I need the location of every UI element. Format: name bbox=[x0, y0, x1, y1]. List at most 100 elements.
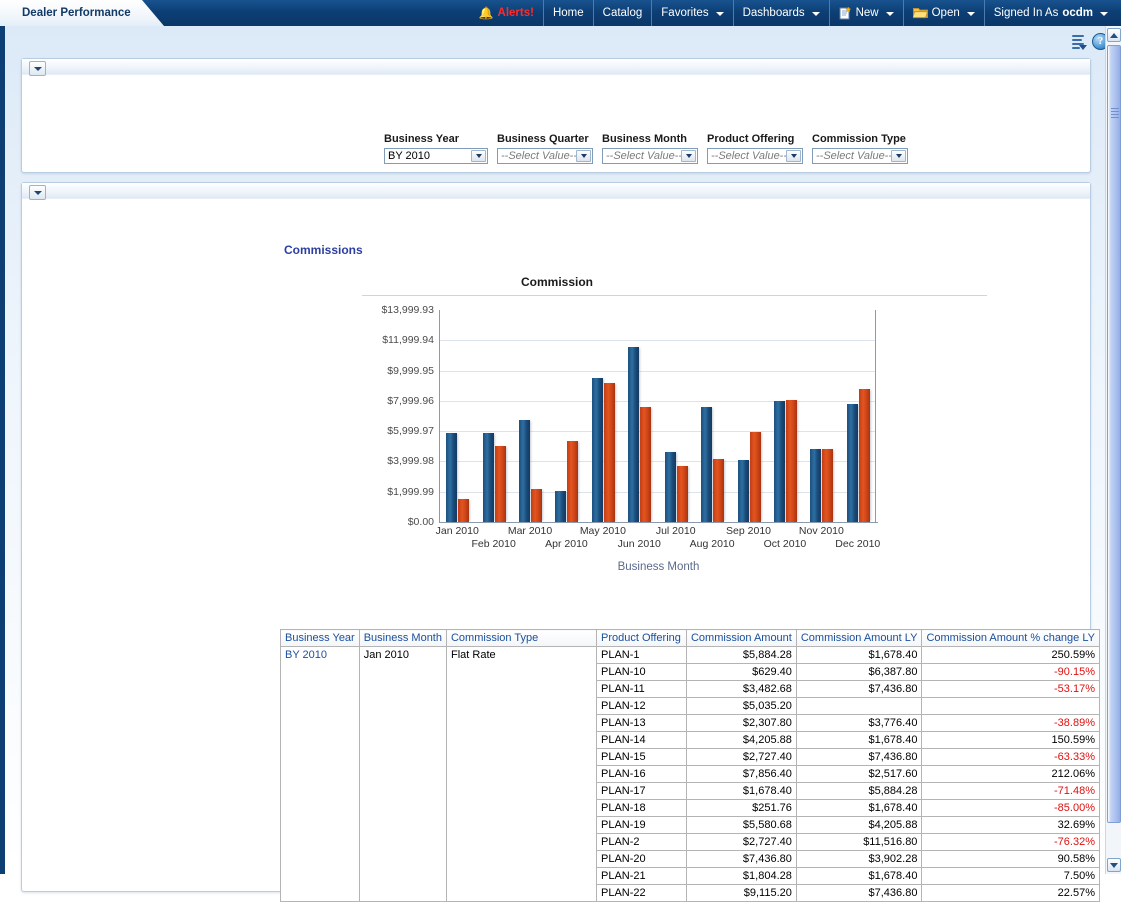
cell-product-offering: PLAN-12 bbox=[596, 698, 686, 715]
y-axis-tick-label: $13,999.93 bbox=[381, 304, 434, 316]
chart-bar[interactable] bbox=[531, 489, 542, 522]
chart-bar[interactable] bbox=[701, 407, 712, 522]
business-year-select[interactable]: BY 2010 bbox=[384, 148, 488, 164]
scroll-down-button[interactable] bbox=[1107, 858, 1121, 872]
chevron-down-icon[interactable] bbox=[576, 150, 591, 162]
product-offering-select[interactable]: --Select Value-- bbox=[707, 148, 803, 164]
chart-bar[interactable] bbox=[495, 446, 506, 522]
cell-commission-amount: $2,727.40 bbox=[686, 749, 796, 766]
bar-group bbox=[516, 310, 546, 522]
y-axis-tick-label: $1,999.99 bbox=[387, 486, 434, 498]
report-section: Commissions Commission $13,999.93$11,999… bbox=[21, 182, 1091, 892]
business-quarter-select[interactable]: --Select Value-- bbox=[497, 148, 593, 164]
cell-product-offering: PLAN-19 bbox=[596, 817, 686, 834]
cell-commission-pct-change: 90.58% bbox=[922, 851, 1100, 868]
cell-commission-amount: $2,307.80 bbox=[686, 715, 796, 732]
col-business-month[interactable]: Business Month bbox=[359, 630, 446, 647]
cell-commission-amount-ly: $1,678.40 bbox=[796, 647, 922, 664]
chart-bar[interactable] bbox=[458, 499, 469, 522]
cell-product-offering: PLAN-14 bbox=[596, 732, 686, 749]
x-axis-tick-label: Feb 2010 bbox=[464, 538, 524, 550]
chevron-down-icon[interactable] bbox=[786, 150, 801, 162]
chart-bar[interactable] bbox=[713, 459, 724, 522]
col-commission-amount[interactable]: Commission Amount bbox=[686, 630, 796, 647]
col-business-year[interactable]: Business Year bbox=[281, 630, 360, 647]
scroll-up-button[interactable] bbox=[1107, 28, 1121, 42]
cell-commission-pct-change: 32.69% bbox=[922, 817, 1100, 834]
cell-commission-amount-ly: $4,205.88 bbox=[796, 817, 922, 834]
chevron-down-icon[interactable] bbox=[471, 150, 486, 162]
chart-bar[interactable] bbox=[774, 401, 785, 522]
cell-product-offering: PLAN-2 bbox=[596, 834, 686, 851]
page-vertical-scrollbar[interactable] bbox=[1105, 26, 1121, 874]
nav-dashboards[interactable]: Dashboards bbox=[733, 0, 829, 26]
chart-bar[interactable] bbox=[738, 460, 749, 522]
prompt-collapse-toggle[interactable] bbox=[29, 61, 46, 76]
page-options-icon[interactable] bbox=[1069, 34, 1086, 49]
commission-type-select[interactable]: --Select Value-- bbox=[812, 148, 908, 164]
cell-product-offering: PLAN-13 bbox=[596, 715, 686, 732]
chart-bar[interactable] bbox=[604, 383, 615, 522]
chart-bar[interactable] bbox=[847, 404, 858, 522]
chevron-down-icon bbox=[812, 12, 820, 16]
nav-catalog[interactable]: Catalog bbox=[593, 0, 652, 26]
x-axis-tick-label: Apr 2010 bbox=[536, 538, 596, 550]
scroll-thumb[interactable] bbox=[1107, 45, 1121, 823]
cell-commission-amount: $5,884.28 bbox=[686, 647, 796, 664]
y-axis-tick-label: $9,999.95 bbox=[387, 365, 434, 377]
nav-home[interactable]: Home bbox=[543, 0, 593, 26]
col-product-offering[interactable]: Product Offering bbox=[596, 630, 686, 647]
nav-open[interactable]: Open bbox=[903, 0, 984, 26]
chart-bar[interactable] bbox=[810, 449, 821, 522]
cell-commission-pct-change: 7.50% bbox=[922, 868, 1100, 885]
chart-bar[interactable] bbox=[677, 466, 688, 522]
col-commission-type[interactable]: Commission Type bbox=[446, 630, 596, 647]
chart-bar[interactable] bbox=[446, 433, 457, 522]
cell-commission-pct-change: 250.59% bbox=[922, 647, 1100, 664]
nav-alerts[interactable]: 🔔 Alerts! bbox=[475, 0, 543, 26]
cell-commission-amount-ly: $3,776.40 bbox=[796, 715, 922, 732]
chart-bar[interactable] bbox=[750, 432, 761, 522]
chart-x-axis-line bbox=[439, 522, 878, 523]
chart-bar[interactable] bbox=[592, 378, 603, 522]
filter-label-business-quarter: Business Quarter bbox=[497, 133, 593, 145]
chart-bar[interactable] bbox=[555, 491, 566, 522]
nav-alerts-label: Alerts! bbox=[498, 7, 534, 19]
nav-signed-in-as[interactable]: Signed In As ocdm bbox=[984, 0, 1117, 26]
col-commission-pct-change[interactable]: Commission Amount % change LY bbox=[922, 630, 1100, 647]
nav-catalog-label: Catalog bbox=[603, 7, 643, 19]
chart-bar[interactable] bbox=[859, 389, 870, 522]
business-month-select[interactable]: --Select Value-- bbox=[602, 148, 698, 164]
chart-bar[interactable] bbox=[628, 347, 639, 522]
nav-favorites[interactable]: Favorites bbox=[651, 0, 732, 26]
signed-in-as-label: Signed In As bbox=[994, 7, 1059, 19]
x-axis-tick-label: May 2010 bbox=[573, 525, 633, 537]
x-axis-tick-label: Oct 2010 bbox=[755, 538, 815, 550]
cell-commission-amount-ly: $2,517.60 bbox=[796, 766, 922, 783]
chart-bar[interactable] bbox=[640, 407, 651, 522]
cell-product-offering: PLAN-15 bbox=[596, 749, 686, 766]
page-tab-dealer-performance[interactable]: Dealer Performance bbox=[0, 0, 169, 26]
chart-bar[interactable] bbox=[483, 433, 494, 522]
cell-commission-amount: $1,678.40 bbox=[686, 783, 796, 800]
commission-detail-table: Business Year Business Month Commission … bbox=[280, 629, 1100, 902]
bar-group bbox=[698, 310, 728, 522]
chart-bar[interactable] bbox=[665, 452, 676, 522]
chevron-down-icon[interactable] bbox=[681, 150, 696, 162]
col-commission-amount-ly[interactable]: Commission Amount LY bbox=[796, 630, 922, 647]
chevron-down-icon[interactable] bbox=[891, 150, 906, 162]
chart-bar[interactable] bbox=[567, 441, 578, 522]
cell-commission-amount-ly: $7,436.80 bbox=[796, 885, 922, 902]
cell-commission-amount: $251.76 bbox=[686, 800, 796, 817]
cell-commission-pct-change: -76.32% bbox=[922, 834, 1100, 851]
chart-bar[interactable] bbox=[786, 400, 797, 522]
report-collapse-toggle[interactable] bbox=[29, 185, 46, 200]
nav-new[interactable]: New bbox=[829, 0, 903, 26]
cell-commission-amount-ly: $7,436.80 bbox=[796, 681, 922, 698]
cell-business-year[interactable]: BY 2010 bbox=[281, 647, 360, 902]
chart-bar[interactable] bbox=[822, 449, 833, 522]
filter-label-commission-type: Commission Type bbox=[812, 133, 908, 145]
report-table: Business Year Business Month Commission … bbox=[280, 629, 1100, 902]
cell-product-offering: PLAN-1 bbox=[596, 647, 686, 664]
chart-bar[interactable] bbox=[519, 420, 530, 522]
